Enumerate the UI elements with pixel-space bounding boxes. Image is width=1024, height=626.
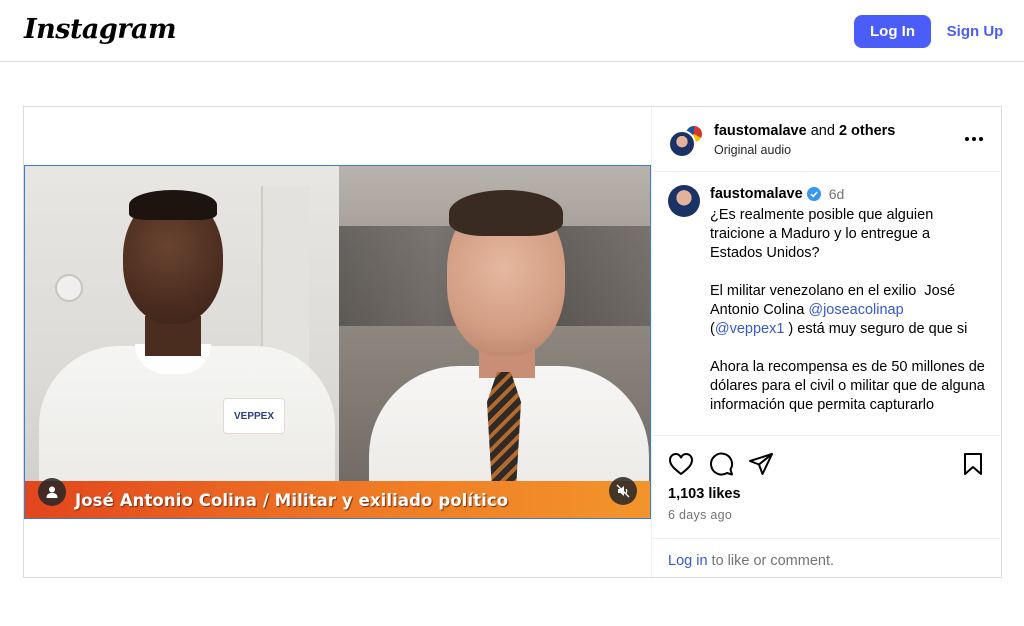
comment-button[interactable] bbox=[708, 451, 734, 477]
login-prompt-rest: to like or comment. bbox=[707, 553, 835, 569]
instagram-logo[interactable]: Instagram bbox=[24, 14, 177, 45]
wall-clock bbox=[55, 274, 83, 302]
caption-paragraph-2c: ) está muy seguro de que si bbox=[784, 321, 968, 337]
like-button[interactable] bbox=[668, 451, 694, 477]
collab-avatars[interactable] bbox=[668, 124, 704, 158]
post-authors[interactable]: faustomalave and 2 others bbox=[714, 123, 895, 139]
bookmark-icon bbox=[964, 453, 982, 475]
user-tag-button[interactable] bbox=[38, 478, 66, 506]
post-sidebar: faustomalave and 2 others Original audio… bbox=[651, 107, 1002, 577]
save-button[interactable] bbox=[960, 451, 986, 477]
share-button[interactable] bbox=[748, 451, 774, 477]
post-actions: 1,103 likes 6 days ago Log in to like or… bbox=[652, 435, 1002, 577]
login-prompt: Log in to like or comment. bbox=[652, 538, 1002, 578]
mute-button[interactable] bbox=[609, 477, 637, 505]
login-link[interactable]: Log in bbox=[668, 553, 708, 569]
caption-header: faustomalave 6d bbox=[710, 186, 844, 202]
login-prompt-text: Log in to like or comment. bbox=[668, 553, 834, 569]
collab-avatar-primary bbox=[668, 130, 696, 158]
share-icon bbox=[749, 453, 773, 475]
host-hair bbox=[449, 190, 563, 236]
more-options-button[interactable] bbox=[962, 127, 986, 151]
user-icon bbox=[46, 486, 58, 498]
caption-avatar[interactable] bbox=[668, 185, 700, 217]
login-button[interactable]: Log In bbox=[854, 15, 931, 48]
post-media: VEPPEX José Antonio Colina / Militar y e… bbox=[24, 107, 651, 577]
guest-hair bbox=[129, 190, 217, 220]
heart-icon bbox=[669, 453, 693, 475]
post-header: faustomalave and 2 others Original audio bbox=[652, 107, 1002, 172]
video-player[interactable]: VEPPEX José Antonio Colina / Militar y e… bbox=[24, 165, 651, 519]
lower-third-banner: José Antonio Colina / Militar y exiliado… bbox=[25, 481, 650, 518]
more-icon bbox=[965, 137, 983, 141]
mention-joseacolinap[interactable]: @joseacolinap bbox=[808, 302, 903, 318]
caption-paragraph-1: ¿Es realmente posible que alguien traici… bbox=[710, 207, 938, 261]
caption-time[interactable]: 6d bbox=[829, 186, 845, 202]
authors-and: and bbox=[806, 123, 839, 139]
caption-paragraph-3: Ahora la recompensa es de 50 millones de… bbox=[710, 359, 989, 413]
authors-others[interactable]: 2 others bbox=[839, 123, 895, 139]
post-caption: faustomalave 6d ¿Es realmente posible qu… bbox=[652, 173, 1002, 435]
original-audio-link[interactable]: Original audio bbox=[714, 143, 791, 157]
post-date[interactable]: 6 days ago bbox=[668, 508, 732, 522]
likes-count[interactable]: 1,103 likes bbox=[668, 486, 741, 502]
video-right-panel bbox=[339, 166, 650, 518]
video-left-panel: VEPPEX bbox=[25, 166, 339, 518]
author-username[interactable]: faustomalave bbox=[714, 123, 807, 139]
post-card: VEPPEX José Antonio Colina / Militar y e… bbox=[23, 106, 1002, 578]
comment-icon bbox=[710, 452, 734, 476]
signup-button[interactable]: Sign Up bbox=[945, 15, 1005, 48]
shirt-patch: VEPPEX bbox=[223, 398, 285, 434]
mute-icon bbox=[616, 484, 630, 498]
lower-third-text: José Antonio Colina / Militar y exiliado… bbox=[75, 491, 509, 510]
caption-text: ¿Es realmente posible que alguien traici… bbox=[710, 206, 985, 415]
verified-icon bbox=[806, 187, 821, 201]
caption-username[interactable]: faustomalave bbox=[710, 186, 803, 202]
top-bar: Instagram Log In Sign Up bbox=[0, 0, 1024, 62]
mention-veppex1[interactable]: @veppex1 bbox=[715, 321, 785, 337]
